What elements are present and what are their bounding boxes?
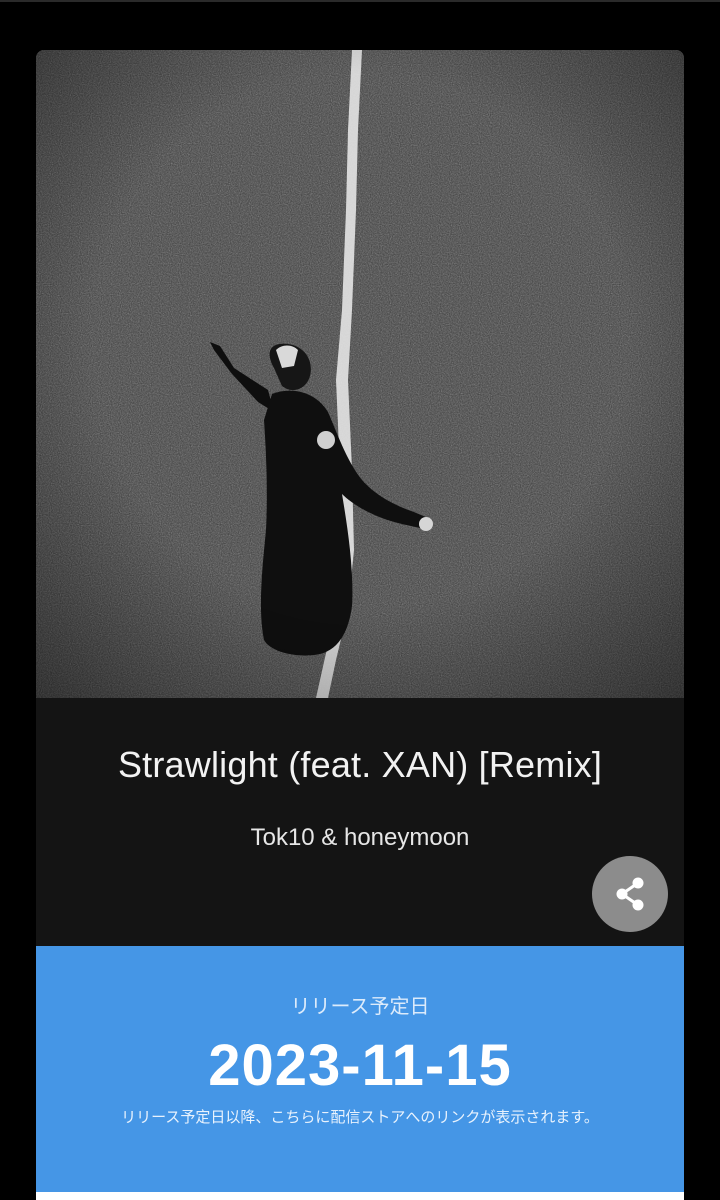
share-button[interactable] [592,856,668,932]
share-icon [616,877,644,911]
bottom-section-edge [36,1192,684,1200]
status-divider [0,0,720,2]
track-info: Strawlight (feat. XAN) [Remix] Tok10 & h… [36,698,684,946]
release-note: リリース予定日以降、こちらに配信ストアへのリンクが表示されます。 [121,1109,599,1126]
track-title: Strawlight (feat. XAN) [Remix] [117,744,603,785]
release-banner: リリース予定日 2023-11-15 リリース予定日以降、こちらに配信ストアへの… [36,946,684,1192]
release-date: 2023-11-15 [208,1033,512,1098]
release-card: Strawlight (feat. XAN) [Remix] Tok10 & h… [36,50,684,1200]
track-artist: Tok10 & honeymoon [250,824,470,851]
release-label: リリース予定日 [290,996,430,1018]
cover-art [36,50,684,698]
